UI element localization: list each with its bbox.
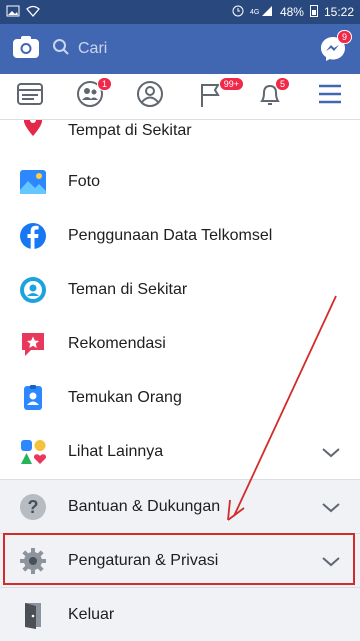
tab-bar: 1 99+ 5: [0, 74, 360, 120]
svg-text:4G: 4G: [250, 9, 259, 16]
svg-text:?: ?: [28, 497, 39, 517]
menu-item-data-usage[interactable]: Penggunaan Data Telkomsel: [0, 209, 360, 263]
menu-item-nearby-friends[interactable]: Teman di Sekitar: [0, 263, 360, 317]
clock: 15:22: [323, 5, 354, 19]
chevron-down-icon: [320, 496, 342, 518]
recommendation-icon: [18, 329, 48, 359]
tab-notifications[interactable]: 5: [250, 76, 290, 115]
hamburger-menu-icon: [317, 83, 343, 110]
menu-item-logout[interactable]: Keluar: [0, 587, 360, 641]
menu-item-label: Lihat Lainnya: [68, 443, 164, 460]
battery-icon: [309, 4, 318, 20]
logout-door-icon: [18, 600, 48, 630]
annotation-highlight-box: [3, 533, 355, 585]
nearby-friends-icon: [18, 275, 48, 305]
news-feed-icon: [17, 82, 43, 111]
pages-badge: 99+: [218, 76, 244, 91]
menu-item-see-more[interactable]: Lihat Lainnya: [0, 425, 360, 479]
chevron-down-icon: [320, 441, 342, 463]
menu-item-find-people[interactable]: Temukan Orang: [0, 371, 360, 425]
tab-menu[interactable]: [310, 79, 350, 115]
menu-item-photos[interactable]: Foto: [0, 155, 360, 209]
tab-profile[interactable]: [130, 79, 170, 115]
menu-item-label: Keluar: [68, 605, 115, 623]
gallery-notification-icon: [6, 5, 20, 20]
menu-item-help-support[interactable]: ? Bantuan & Dukungan: [0, 479, 360, 533]
messenger-button[interactable]: 9: [318, 30, 352, 64]
camera-icon[interactable]: [12, 35, 40, 64]
alarm-icon: [232, 5, 244, 20]
facebook-icon: [18, 221, 48, 251]
menu-item-label: Foto: [68, 173, 101, 190]
notifications-badge: 5: [274, 76, 290, 91]
see-more-icon: [18, 437, 48, 467]
menu-item-label: Teman di Sekitar: [68, 281, 188, 298]
tab-pages[interactable]: 99+: [190, 76, 244, 115]
search-input[interactable]: Cari: [52, 34, 306, 64]
help-icon: ?: [18, 492, 48, 522]
menu-item-label: Rekomendasi: [68, 335, 166, 352]
messenger-icon: [318, 37, 348, 68]
menu-item-nearby-places[interactable]: Tempat di Sekitar: [0, 120, 360, 140]
messenger-badge: 9: [336, 30, 352, 44]
top-bar: Cari 9: [0, 24, 360, 74]
status-bar: 4G 48% 15:22: [0, 0, 360, 24]
menu-item-label: Penggunaan Data Telkomsel: [68, 227, 273, 244]
signal-icon: 4G: [250, 5, 274, 20]
tab-friends[interactable]: 1: [70, 76, 112, 115]
menu-item-recommendations[interactable]: Rekomendasi: [0, 317, 360, 371]
photo-icon: [18, 167, 48, 197]
wifi-notification-icon: [26, 5, 40, 20]
search-icon: [52, 38, 70, 61]
profile-icon: [136, 80, 164, 113]
friends-badge: 1: [96, 76, 112, 91]
search-placeholder: Cari: [78, 40, 108, 57]
menu-item-label: Bantuan & Dukungan: [68, 497, 221, 515]
battery-level: 48%: [279, 5, 304, 19]
menu-item-label: Tempat di Sekitar: [68, 122, 192, 139]
find-people-icon: [18, 383, 48, 413]
tab-news-feed[interactable]: [10, 79, 50, 115]
location-pin-icon: [18, 120, 48, 140]
menu-item-label: Temukan Orang: [68, 389, 182, 406]
